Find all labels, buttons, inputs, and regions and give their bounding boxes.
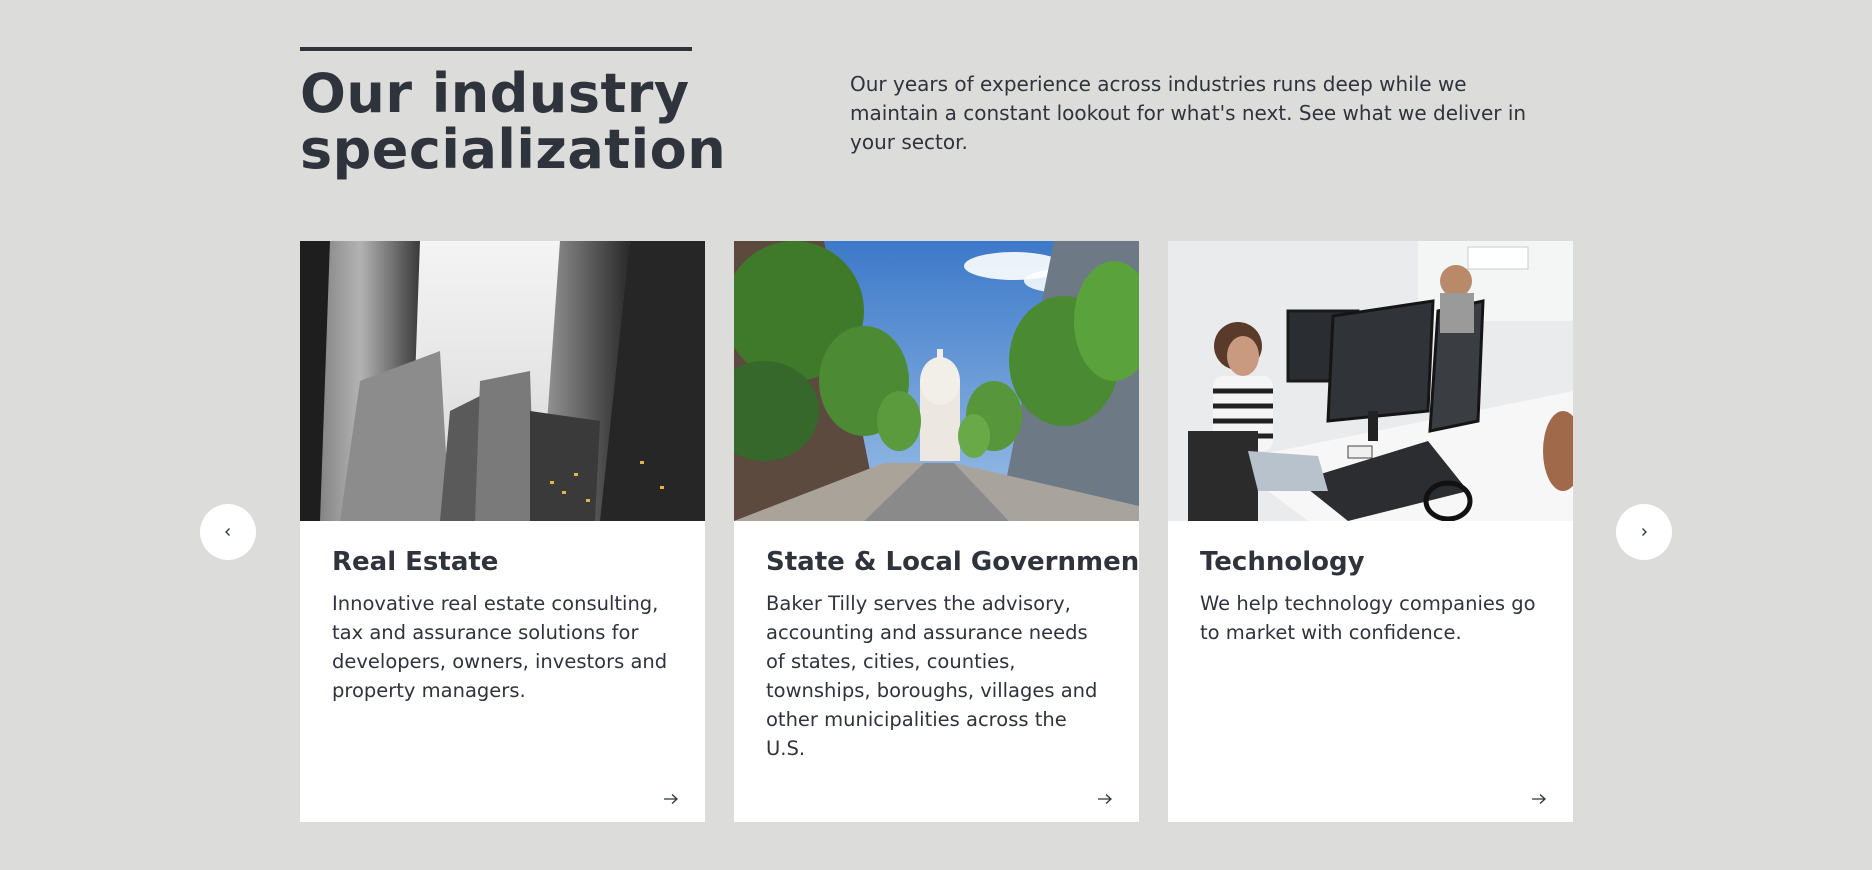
industry-card-technology[interactable]: Technology We help technology companies …: [1168, 241, 1573, 822]
card-description: Baker Tilly serves the advisory, account…: [766, 592, 1098, 760]
card-title: Real Estate: [332, 547, 499, 577]
skyscrapers-photo: [300, 241, 705, 521]
section-intro: Our years of experience across industrie…: [850, 72, 1527, 154]
card-description: Innovative real estate consulting, tax a…: [332, 592, 668, 702]
carousel-next-button[interactable]: [1616, 504, 1672, 560]
section-heading: Our industry specialization: [300, 62, 727, 181]
card-title: Technology: [1200, 547, 1365, 577]
industry-card-real-estate[interactable]: Real Estate Innovative real estate consu…: [300, 241, 705, 822]
industry-card-state-local-government[interactable]: State & Local Government Baker Tilly ser…: [734, 241, 1139, 822]
office-workers-photo: [1168, 241, 1573, 521]
arrow-right-icon[interactable]: [662, 791, 680, 807]
carousel-prev-button[interactable]: [200, 504, 256, 560]
heading-rule: [300, 47, 692, 51]
capitol-street-photo: [734, 241, 1139, 521]
card-title: State & Local Government: [766, 547, 1139, 577]
arrow-right-icon[interactable]: [1096, 791, 1114, 807]
card-description: We help technology companies go to marke…: [1200, 592, 1536, 644]
arrow-right-icon[interactable]: [1530, 791, 1548, 807]
chevron-left-icon: [225, 528, 230, 536]
chevron-right-icon: [1642, 528, 1647, 536]
